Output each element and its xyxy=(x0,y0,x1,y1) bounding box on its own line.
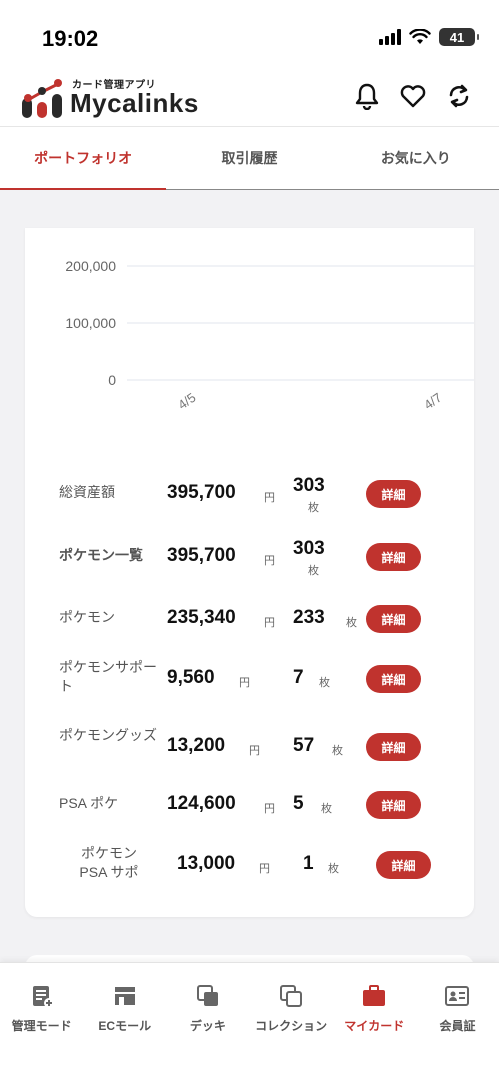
yen-unit: 円 xyxy=(239,677,250,689)
status-icons: 41 xyxy=(379,28,479,46)
portfolio-row: ポケモングッズ 13,200 円 57 枚 詳細 xyxy=(25,718,474,778)
amount-value: 9,560 xyxy=(167,667,215,688)
detail-button[interactable]: 詳細 xyxy=(366,480,421,508)
portfolio-row: ポケモン一覧 395,700 円 303 枚 詳細 xyxy=(25,528,474,588)
sync-icon[interactable] xyxy=(445,82,473,110)
category-label: ポケモン PSA サポ xyxy=(79,845,139,880)
wifi-icon xyxy=(409,29,431,44)
collection-icon xyxy=(280,985,303,1007)
detail-button[interactable]: 詳細 xyxy=(366,791,421,819)
nav-manage-mode[interactable]: 管理モード xyxy=(0,963,83,1080)
asset-chart: 200,000 100,000 0 4/5 4/7 xyxy=(25,228,474,428)
yen-unit: 円 xyxy=(264,803,275,815)
category-label: ポケモン一覧 xyxy=(59,547,143,563)
nav-label: デッキ xyxy=(189,1019,226,1033)
count-unit: 枚 xyxy=(308,502,319,514)
nav-collection[interactable]: コレクション xyxy=(250,963,333,1080)
count-unit: 枚 xyxy=(319,677,330,689)
card-count: 303 xyxy=(293,475,325,496)
amount-value: 235,340 xyxy=(167,607,236,628)
detail-button[interactable]: 詳細 xyxy=(366,543,421,571)
category-label: ポケモンサポート xyxy=(59,659,157,694)
header-actions xyxy=(353,82,473,110)
card-count: 5 xyxy=(293,793,304,814)
nav-deck[interactable]: デッキ xyxy=(166,963,249,1080)
store-icon xyxy=(114,987,135,1005)
chart-svg: 200,000 100,000 0 4/5 4/7 xyxy=(65,258,474,413)
category-label: 総資産額 xyxy=(59,484,115,500)
yen-unit: 円 xyxy=(264,555,275,567)
amount-value: 395,700 xyxy=(167,482,236,503)
x-tick-label: 4/7 xyxy=(421,390,444,413)
tab-bar: ポートフォリオ 取引履歴 お気に入り xyxy=(0,126,499,190)
tab-favorites[interactable]: お気に入り xyxy=(333,127,499,189)
portfolio-card: 200,000 100,000 0 4/5 4/7 総資産額 395,700 円 303 枚詳細… xyxy=(25,228,474,917)
cellular-signal-icon xyxy=(379,29,401,45)
amount-value: 395,700 xyxy=(167,545,236,566)
count-unit: 枚 xyxy=(321,803,332,815)
count-unit: 枚 xyxy=(328,863,339,875)
portfolio-row: ポケモン PSA サポ 13,000 円 1 枚 詳細 xyxy=(25,836,474,896)
briefcase-icon xyxy=(363,985,386,1006)
portfolio-row: 総資産額 395,700 円 303 枚 詳細 xyxy=(25,465,474,525)
count-unit: 枚 xyxy=(332,745,343,757)
status-time: 19:02 xyxy=(42,26,99,51)
nav-label: ECモール xyxy=(98,1019,152,1033)
nav-ec-mall[interactable]: ECモール xyxy=(83,963,166,1080)
card-count: 1 xyxy=(303,853,314,874)
amount-value: 13,000 xyxy=(177,853,236,874)
portfolio-row: ポケモン 235,340 円 233 枚詳細 xyxy=(25,590,474,650)
nav-label: 管理モード xyxy=(11,1019,72,1033)
x-tick-label: 4/5 xyxy=(175,390,198,413)
yen-unit: 円 xyxy=(259,863,270,875)
category-label: ポケモングッズ xyxy=(59,727,157,743)
member-card-icon xyxy=(445,986,470,1006)
status-bar: 19:02 41 xyxy=(0,0,499,70)
tab-portfolio[interactable]: ポートフォリオ xyxy=(0,127,167,190)
amount-value: 13,200 xyxy=(167,735,226,756)
manage-icon xyxy=(32,986,54,1008)
y-tick-label: 200,000 xyxy=(65,258,116,274)
card-count: 233 xyxy=(293,607,325,628)
count-unit: 枚 xyxy=(308,565,319,577)
deck-icon xyxy=(196,985,218,1006)
y-tick-label: 100,000 xyxy=(65,315,116,331)
detail-button[interactable]: 詳細 xyxy=(366,665,421,693)
yen-unit: 円 xyxy=(264,492,275,504)
y-tick-label: 0 xyxy=(108,372,116,388)
card-count: 7 xyxy=(293,667,304,688)
yen-unit: 円 xyxy=(264,617,275,629)
app-header: カード管理アプリ Mycalinks xyxy=(0,70,499,126)
detail-button[interactable]: 詳細 xyxy=(366,733,421,761)
detail-button[interactable]: 詳細 xyxy=(376,851,431,879)
yen-unit: 円 xyxy=(249,745,260,757)
detail-button[interactable]: 詳細 xyxy=(366,605,421,633)
bell-icon[interactable] xyxy=(353,82,381,110)
category-label: ポケモン xyxy=(59,609,115,625)
card-count: 57 xyxy=(293,735,315,756)
app-logo[interactable]: カード管理アプリ Mycalinks xyxy=(20,74,220,122)
logo-mark-icon xyxy=(22,79,62,118)
battery-icon: 41 xyxy=(439,28,479,46)
bottom-nav: 管理モード ECモール デッキ コレクション マイカード 会員証 xyxy=(0,962,499,1080)
nav-member-card[interactable]: 会員証 xyxy=(416,963,499,1080)
nav-label: コレクション xyxy=(255,1019,328,1033)
logo-text: Mycalinks xyxy=(70,88,199,118)
portfolio-row: ポケモンサポート 9,560 円 7 枚 詳細 xyxy=(25,650,474,710)
card-count: 303 xyxy=(293,538,325,559)
portfolio-row: PSA ポケ 124,600 円 5 枚 詳細 xyxy=(25,776,474,836)
tab-transaction-history[interactable]: 取引履歴 xyxy=(166,127,332,189)
nav-my-cards[interactable]: マイカード xyxy=(333,963,416,1080)
category-label: PSA ポケ xyxy=(59,795,119,811)
heart-icon[interactable] xyxy=(399,82,427,110)
amount-value: 124,600 xyxy=(167,793,236,814)
count-unit: 枚 xyxy=(346,617,357,629)
nav-label: 会員証 xyxy=(439,1019,476,1033)
nav-label: マイカード xyxy=(344,1019,405,1033)
